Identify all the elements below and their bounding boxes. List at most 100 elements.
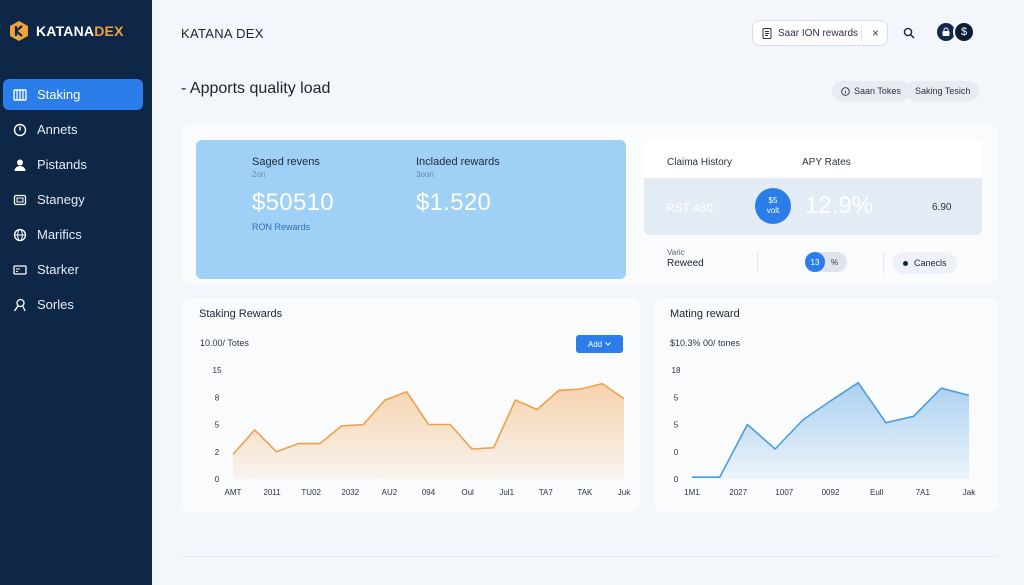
y-tick-label: 5: [674, 393, 679, 402]
badge-line: volt: [766, 206, 780, 215]
sidebar-item-stanegy[interactable]: Stanegy: [3, 184, 143, 215]
chart-title: Mating reward: [670, 308, 740, 320]
stat-label: Incladed rewards: [416, 156, 500, 168]
search-box[interactable]: ×: [752, 20, 888, 46]
x-tick-label: 1M1: [684, 488, 700, 497]
y-tick-label: 2: [215, 448, 220, 457]
y-tick-label: 5: [674, 421, 679, 430]
chart-title: Staking Rewards: [199, 308, 283, 320]
toggle-knob: 13: [805, 252, 825, 272]
y-tick-label: 18: [672, 366, 681, 375]
x-tick-label: AU2: [382, 488, 398, 497]
cancel-button[interactable]: Canecls: [893, 252, 957, 274]
volt-badge[interactable]: $5 volt: [755, 188, 791, 224]
page-title: - Apports quality load: [181, 80, 331, 97]
cancel-label: Canecls: [914, 258, 947, 268]
row-label: Varic: [667, 248, 685, 257]
chip-label: Saking Tesich: [915, 86, 971, 96]
info-icon: [841, 86, 850, 96]
footer-divider: [181, 556, 998, 557]
x-tick-label: 094: [422, 488, 436, 497]
chevron-down-icon: [605, 342, 611, 346]
x-tick-label: AMT: [225, 488, 242, 497]
y-tick-label: 8: [215, 393, 220, 402]
clock-icon: [13, 123, 27, 137]
y-tick-label: 15: [213, 366, 222, 375]
x-tick-label: Juk: [618, 488, 631, 497]
sidebar-item-pistands[interactable]: Pistands: [3, 149, 143, 180]
y-tick-label: 5: [215, 421, 220, 430]
x-tick-label: TU02: [301, 488, 321, 497]
x-tick-label: Oul: [461, 488, 474, 497]
sidebar-item-annets[interactable]: Annets: [3, 114, 143, 145]
row-divider: [883, 252, 884, 274]
avatar-group[interactable]: $: [935, 21, 975, 43]
sidebar-nav: Staking Annets Pistands Stanegy Marifics…: [0, 79, 152, 324]
sidebar-item-sorles[interactable]: Sorles: [3, 289, 143, 320]
percent-toggle[interactable]: 13 %: [805, 252, 847, 272]
chip-saking-tesich[interactable]: Saking Tesich: [906, 81, 980, 101]
y-tick-label: 0: [674, 448, 679, 457]
card-icon: [13, 263, 27, 277]
katana-logo-icon: [10, 21, 28, 41]
tab-apy-rates[interactable]: APY Rates: [802, 157, 851, 168]
apy-value: 12.9%: [805, 192, 874, 219]
x-tick-label: TA7: [539, 488, 554, 497]
brand-name: KATANADEX: [36, 23, 124, 39]
stat-sublabel: 3oon: [416, 170, 434, 179]
x-tick-label: 1007: [775, 488, 793, 497]
sidebar-item-label: Staking: [37, 87, 81, 102]
series-area: [233, 383, 624, 479]
clear-search-icon[interactable]: ×: [872, 26, 879, 40]
badge-line: $5: [768, 196, 778, 205]
search-input[interactable]: [778, 27, 862, 39]
series-area: [692, 382, 969, 479]
dot-icon: [903, 260, 908, 266]
app-title: KATANA DEX: [181, 26, 264, 41]
user-icon: [13, 158, 27, 172]
wallet-icon: [13, 193, 27, 207]
x-tick-label: Jak: [963, 488, 976, 497]
x-tick-label: 2011: [263, 488, 281, 497]
sidebar: KATANADEX Staking Annets Pistands Staneg…: [0, 0, 152, 585]
stat-incladed-rewards: Incladed rewards 3oon $1.520: [416, 156, 500, 217]
sidebar-item-label: Annets: [37, 122, 78, 137]
stat-label: Saged revens: [252, 156, 320, 168]
y-tick-label: 0: [215, 475, 220, 484]
brand[interactable]: KATANADEX: [8, 20, 124, 42]
sidebar-item-label: Starker: [37, 262, 79, 277]
search-person-icon: [13, 298, 27, 312]
stat-sublabel: 2on: [252, 170, 266, 179]
document-icon: [762, 27, 772, 39]
stat-saged-revens: Saged revens 2on $50510: [252, 156, 334, 217]
currency-avatar[interactable]: $: [953, 21, 975, 43]
mating-reward-chart[interactable]: 18 5 5 0 0 1M1 2027 1007 0092 Eull 7A1 Jak: [654, 360, 998, 502]
tab-claima-history[interactable]: Claima History: [667, 157, 732, 168]
x-tick-label: 2032: [341, 488, 359, 497]
row-divider: [757, 252, 758, 274]
chip-label: Saan Tokes: [854, 86, 901, 96]
row-value: Reweed: [667, 258, 704, 269]
x-tick-label: 7A1: [916, 488, 931, 497]
chart-subtitle: 10.00/ Totes: [200, 338, 249, 348]
search-icon[interactable]: [899, 23, 919, 43]
y-tick-label: 0: [674, 475, 679, 484]
ron-rewards-link[interactable]: RON Rewards: [252, 222, 310, 232]
x-tick-label: Jul1: [499, 488, 514, 497]
sidebar-item-staking[interactable]: Staking: [3, 79, 143, 110]
x-tick-label: 2027: [729, 488, 747, 497]
sidebar-item-marifics[interactable]: Marifics: [3, 219, 143, 250]
chip-saan-tokes[interactable]: Saan Tokes: [832, 81, 910, 101]
add-dropdown-button[interactable]: Add: [576, 335, 623, 353]
staking-rewards-chart[interactable]: 15 8 5 2 0 AMT 2011 TU02 2032 AU2 094 Oul Jul1 TA7 TAK…: [181, 360, 640, 502]
globe-icon: [13, 228, 27, 242]
search-divider: [861, 25, 862, 42]
staking-icon: [13, 88, 27, 102]
apy-side-value: 6.90: [932, 202, 952, 213]
sidebar-item-label: Pistands: [37, 157, 87, 172]
lock-icon: [942, 27, 950, 36]
chart-subtitle: $10.3% 00/ tones: [670, 338, 741, 348]
sidebar-item-starker[interactable]: Starker: [3, 254, 143, 285]
sidebar-item-label: Marifics: [37, 227, 82, 242]
x-tick-label: Eull: [870, 488, 884, 497]
